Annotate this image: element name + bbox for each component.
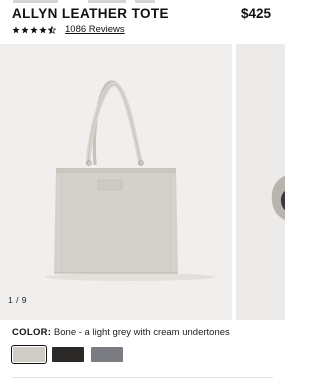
- product-image-gallery[interactable]: 1 / 9: [0, 44, 285, 320]
- star-icon: [21, 25, 29, 33]
- color-label: COLOR:: [12, 327, 52, 338]
- black-swatch[interactable]: [52, 347, 84, 362]
- next-image-thumbnail: [271, 175, 285, 220]
- color-description: Bone - a light grey with cream undertone…: [53, 327, 230, 338]
- product-image-next-peek[interactable]: [236, 44, 285, 320]
- star-icon: [30, 25, 38, 33]
- product-price: $425: [240, 6, 271, 21]
- star-rating: [12, 25, 56, 34]
- grey-swatch[interactable]: [91, 347, 123, 362]
- star-icon: [39, 25, 47, 33]
- rating-row[interactable]: 1086 Reviews: [12, 24, 125, 35]
- color-swatch-list: [11, 345, 123, 364]
- section-divider: [12, 377, 273, 378]
- star-icon: [12, 25, 20, 33]
- slide-counter: 1 / 9: [8, 295, 28, 305]
- product-image-main[interactable]: 1 / 9: [0, 44, 232, 320]
- top-scroll-strip: [0, 0, 285, 4]
- bone-swatch[interactable]: [11, 345, 47, 364]
- product-title: ALLYN LEATHER TOTE: [12, 6, 169, 21]
- tote-bag-image: [45, 80, 215, 281]
- reviews-link[interactable]: 1086 Reviews: [65, 24, 125, 35]
- half-star-icon: [48, 25, 56, 34]
- color-selection-label: COLOR: Bone - a light grey with cream un…: [12, 327, 230, 338]
